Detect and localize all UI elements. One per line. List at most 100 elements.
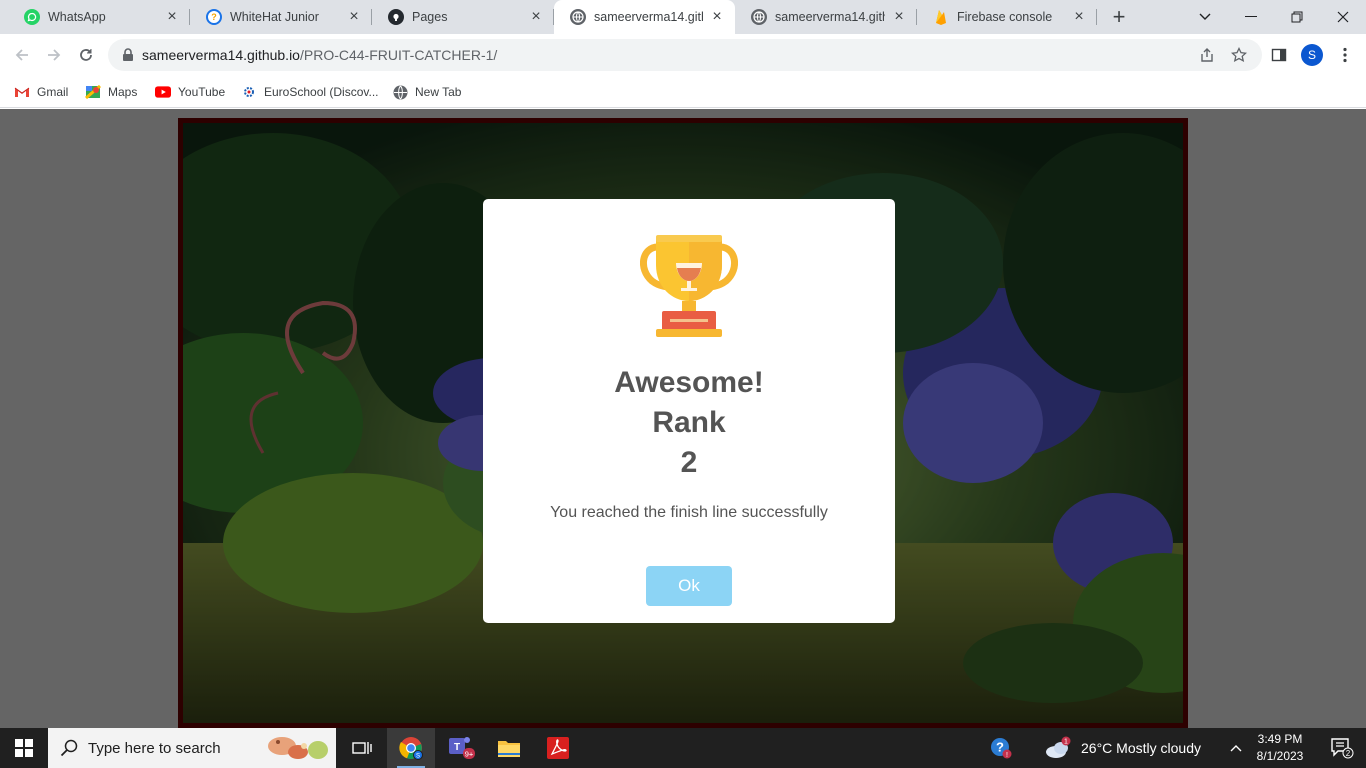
teams-icon: T 9+ <box>449 737 475 759</box>
back-button[interactable] <box>7 40 37 70</box>
github-icon <box>388 9 404 25</box>
rank-modal: Awesome! Rank 2 You reached the finish l… <box>483 199 895 623</box>
taskbar-teams[interactable]: T 9+ <box>436 728 484 768</box>
star-icon[interactable] <box>1230 46 1248 64</box>
tab-firebase-console[interactable]: Firebase console × <box>917 0 1097 34</box>
help-icon: ?! <box>991 738 1012 759</box>
url-host: sameerverma14.github.io <box>142 47 300 63</box>
globe-icon <box>751 9 767 25</box>
teams-badge: 9+ <box>465 750 474 759</box>
tab-strip: WhatsApp × ? WhiteHat Junior × Pages × s… <box>0 0 1366 34</box>
weather-widget[interactable]: 1 <box>1040 728 1076 768</box>
tab-title: Firebase console <box>957 10 1053 24</box>
forward-button[interactable] <box>39 40 69 70</box>
minimize-icon <box>1245 16 1257 17</box>
bookmark-label: Maps <box>108 85 138 99</box>
tab-whitehat-junior[interactable]: ? WhiteHat Junior × <box>190 0 372 34</box>
system-clock[interactable]: 3:49 PM 8/1/2023 <box>1250 731 1310 765</box>
clock-date: 8/1/2023 <box>1256 749 1304 763</box>
notification-count: 2 <box>1346 749 1351 758</box>
bookmark-label: YouTube <box>178 85 226 99</box>
tab-title: WhatsApp <box>48 10 106 24</box>
search-placeholder: Type here to search <box>88 740 221 757</box>
title-line-rank: Rank <box>652 406 726 439</box>
close-tab-icon[interactable]: × <box>346 8 362 25</box>
modal-title: Awesome! Rank 2 <box>483 363 895 483</box>
close-tab-icon[interactable]: × <box>891 8 907 25</box>
arrow-right-icon <box>48 49 61 61</box>
close-tab-icon[interactable]: × <box>164 8 180 25</box>
firebase-icon <box>933 9 949 25</box>
menu-icon[interactable] <box>1334 44 1356 66</box>
title-line-awesome: Awesome! <box>614 366 764 399</box>
tab-whatsapp[interactable]: WhatsApp × <box>8 0 190 34</box>
chevron-up-icon <box>1230 745 1242 752</box>
tab-pages[interactable]: Pages × <box>372 0 554 34</box>
folder-icon <box>498 741 520 757</box>
close-window-button[interactable] <box>1320 0 1366 34</box>
taskbar-search[interactable]: Type here to search <box>48 728 336 768</box>
minimize-button[interactable] <box>1228 0 1274 34</box>
bookmark-label: Gmail <box>37 85 69 99</box>
bookmark-new-tab[interactable]: New Tab <box>392 82 461 102</box>
share-icon[interactable] <box>1198 46 1216 64</box>
gmail-icon <box>14 84 30 100</box>
bookmark-euroschool[interactable]: EuroSchool (Discov... <box>241 82 379 102</box>
arrow-left-icon <box>15 49 28 61</box>
reload-icon <box>80 49 92 61</box>
url-path: /PRO-C44-FRUIT-CATCHER-1/ <box>299 47 498 63</box>
close-tab-icon[interactable]: × <box>1071 8 1087 25</box>
rank-value: 2 <box>680 446 698 479</box>
whatsapp-icon <box>24 9 40 25</box>
svg-text:!: ! <box>1006 752 1008 759</box>
search-highlight-illustration <box>268 737 328 759</box>
windows-taskbar: Type here to search S T 9+ ? ! 1 26°C Mo… <box>0 728 1366 768</box>
clock-time: 3:49 PM <box>1257 732 1303 746</box>
reload-button[interactable] <box>71 40 101 70</box>
weather-text[interactable]: 26°C Mostly cloudy <box>1081 740 1201 756</box>
restore-icon <box>1291 11 1303 23</box>
close-icon <box>1337 11 1349 23</box>
bookmark-label: New Tab <box>415 85 462 99</box>
task-view-button[interactable] <box>338 728 386 768</box>
tab-title: WhiteHat Junior <box>230 10 319 24</box>
chrome-icon: S <box>399 737 423 760</box>
bookmark-label: EuroSchool (Discov... <box>264 85 379 99</box>
tab-game-2[interactable]: sameerverma14.githul × <box>735 0 917 34</box>
youtube-icon <box>155 84 171 100</box>
search-icon <box>60 739 78 757</box>
modal-message: You reached the finish line successfully <box>550 504 828 521</box>
bookmark-youtube[interactable]: YouTube <box>155 82 225 102</box>
taskbar-acrobat[interactable] <box>534 728 582 768</box>
start-button[interactable] <box>0 728 48 768</box>
svg-text:S: S <box>416 754 420 760</box>
close-tab-icon[interactable]: × <box>709 8 725 25</box>
address-bar[interactable]: sameerverma14.github.io/PRO-C44-FRUIT-CA… <box>108 39 1262 71</box>
chevron-down-icon <box>1199 13 1211 20</box>
task-view-icon <box>352 742 372 754</box>
ok-button[interactable]: Ok <box>646 566 732 606</box>
profile-avatar[interactable]: S <box>1301 44 1323 66</box>
tab-title: sameerverma14.githul <box>594 10 703 24</box>
taskbar-file-explorer[interactable] <box>485 728 533 768</box>
tab-active-game[interactable]: sameerverma14.githul × <box>554 0 735 34</box>
bookmark-maps[interactable]: Maps <box>85 82 137 102</box>
tab-search-button[interactable] <box>1182 0 1228 34</box>
notification-center-button[interactable]: 2 <box>1318 728 1366 768</box>
lock-icon[interactable] <box>120 47 136 63</box>
restore-button[interactable] <box>1274 0 1320 34</box>
taskbar-chrome[interactable]: S <box>387 728 435 768</box>
new-tab-button[interactable]: + <box>1106 4 1132 30</box>
globe-icon <box>392 84 408 100</box>
maps-icon <box>85 84 101 100</box>
side-panel-icon[interactable] <box>1268 44 1290 66</box>
close-tab-icon[interactable]: × <box>528 8 544 25</box>
acrobat-icon <box>547 737 569 759</box>
url-text[interactable]: sameerverma14.github.io/PRO-C44-FRUIT-CA… <box>142 47 497 63</box>
show-hidden-icons-button[interactable] <box>1224 728 1248 768</box>
notification-icon: 2 <box>1331 738 1354 759</box>
page-content: Awesome! Rank 2 You reached the finish l… <box>0 109 1366 728</box>
tab-title: Pages <box>412 10 448 24</box>
bookmark-gmail[interactable]: Gmail <box>14 82 68 102</box>
help-button[interactable]: ?! <box>977 728 1025 768</box>
